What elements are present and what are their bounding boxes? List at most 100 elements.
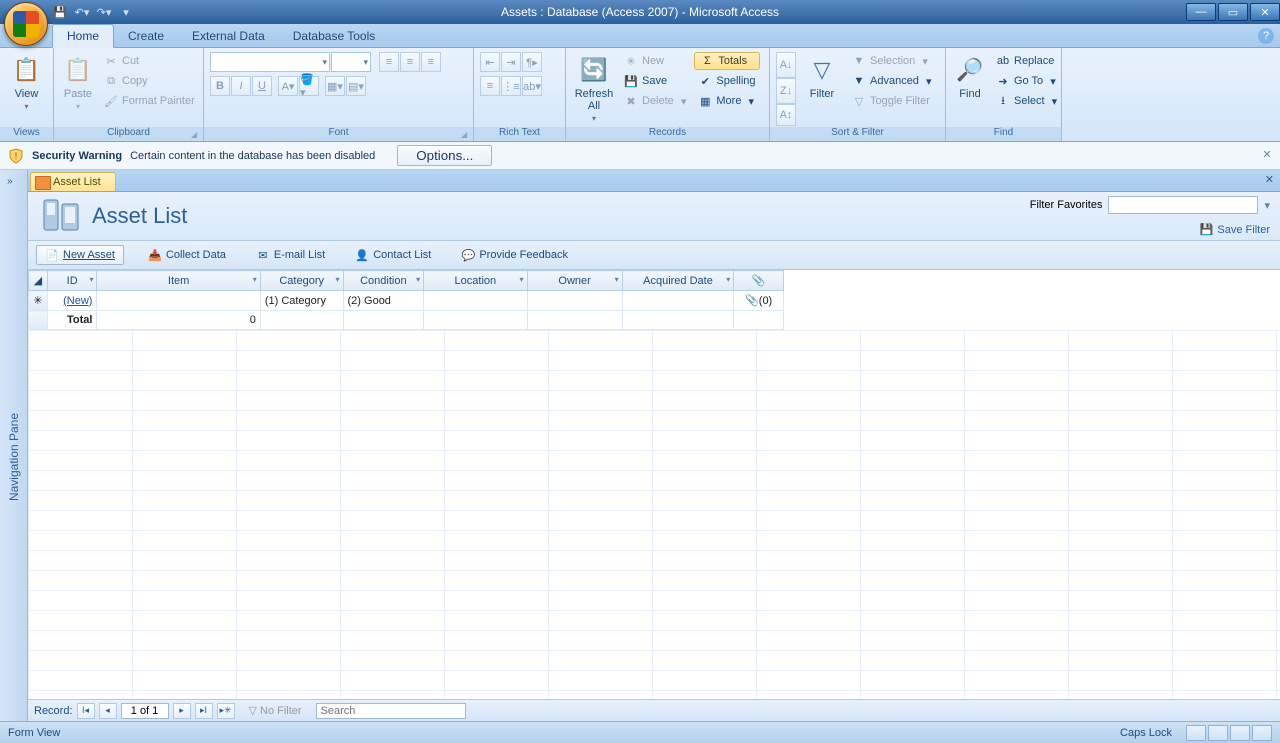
goto-button[interactable]: ➜Go To ▾: [992, 72, 1061, 90]
italic-button[interactable]: I: [231, 76, 251, 96]
minimize-button[interactable]: —: [1186, 3, 1216, 21]
col-owner[interactable]: Owner▾: [527, 271, 622, 291]
new-record-row[interactable]: ✳ (New) (1) Category (2) Good 📎(0): [29, 291, 784, 311]
chevron-down-icon[interactable]: ▾: [615, 275, 619, 284]
ltr-button[interactable]: ¶▸: [522, 52, 542, 72]
col-id[interactable]: ID▾: [47, 271, 97, 291]
record-position-input[interactable]: [121, 703, 169, 719]
cell-id[interactable]: (New): [47, 291, 97, 311]
datasheet-grid[interactable]: ◢ ID▾ Item▾ Category▾ Condition▾ Locatio…: [28, 270, 1280, 699]
select-button[interactable]: ⭳Select ▾: [992, 92, 1061, 110]
new-record-nav-button[interactable]: ▸✳: [217, 703, 235, 719]
format-painter-button[interactable]: 🖌Format Painter: [100, 92, 199, 110]
toggle-filter-button[interactable]: ▽Toggle Filter: [848, 92, 936, 110]
qat-dropdown-icon[interactable]: ▾: [118, 4, 134, 20]
email-list-button[interactable]: ✉E-mail List: [250, 245, 331, 265]
last-record-button[interactable]: ▸I: [195, 703, 213, 719]
more-button[interactable]: ▦More ▾: [694, 92, 759, 110]
align-right-button[interactable]: ≡: [421, 52, 441, 72]
cell-item[interactable]: [97, 291, 260, 311]
filter-favorites-input[interactable]: [1108, 196, 1258, 214]
security-close-button[interactable]: ✕: [1260, 147, 1274, 161]
security-options-button[interactable]: Options...: [397, 145, 492, 166]
totals-button[interactable]: ΣTotals: [694, 52, 759, 70]
chevron-down-icon[interactable]: ▾: [520, 275, 524, 284]
save-icon[interactable]: 💾: [52, 4, 68, 20]
office-button[interactable]: [4, 2, 48, 46]
save-record-button[interactable]: 💾Save: [620, 72, 690, 90]
layout-view-button[interactable]: [1230, 725, 1250, 741]
cell-owner[interactable]: [527, 291, 622, 311]
col-condition[interactable]: Condition▾: [343, 271, 424, 291]
close-button[interactable]: ✕: [1250, 3, 1280, 21]
search-input[interactable]: [316, 703, 466, 719]
tab-external-data[interactable]: External Data: [178, 25, 279, 47]
chevron-down-icon[interactable]: ▾: [89, 275, 93, 284]
cell-acquired-date[interactable]: [622, 291, 734, 311]
cell-attachments[interactable]: 📎(0): [734, 291, 784, 311]
chevron-down-icon[interactable]: ▾: [416, 275, 420, 284]
delete-record-button[interactable]: ✖Delete ▾: [620, 92, 690, 110]
doc-tab-close-button[interactable]: ✕: [1265, 173, 1274, 186]
filter-button[interactable]: ▽ Filter: [800, 52, 844, 102]
view-button[interactable]: 📋 View ▾: [6, 52, 47, 113]
underline-button[interactable]: U: [252, 76, 272, 96]
select-all-corner[interactable]: ◢: [29, 271, 48, 291]
cut-button[interactable]: ✂Cut: [100, 52, 199, 70]
next-record-button[interactable]: ▸: [173, 703, 191, 719]
numbering-button[interactable]: ≡: [480, 76, 500, 96]
tab-home[interactable]: Home: [52, 24, 114, 48]
dec-indent-button[interactable]: ⇤: [480, 52, 500, 72]
col-acquired-date[interactable]: Acquired Date▾: [622, 271, 734, 291]
refresh-all-button[interactable]: 🔄 Refresh All ▾: [572, 52, 616, 125]
collect-data-button[interactable]: 📥Collect Data: [142, 245, 232, 265]
copy-button[interactable]: ⧉Copy: [100, 72, 199, 90]
col-category[interactable]: Category▾: [260, 271, 343, 291]
align-left-button[interactable]: ≡: [379, 52, 399, 72]
cell-category[interactable]: (1) Category: [260, 291, 343, 311]
paste-button[interactable]: 📋 Paste ▾: [60, 52, 96, 113]
design-view-button[interactable]: [1252, 725, 1272, 741]
save-filter-link[interactable]: 💾Save Filter: [1200, 223, 1270, 236]
font-name-dropdown[interactable]: [210, 52, 330, 72]
help-icon[interactable]: ?: [1258, 28, 1274, 44]
maximize-button[interactable]: ▭: [1218, 3, 1248, 21]
col-location[interactable]: Location▾: [424, 271, 527, 291]
datasheet-view-button[interactable]: [1208, 725, 1228, 741]
chevron-down-icon[interactable]: ▾: [253, 275, 257, 284]
tab-create[interactable]: Create: [114, 25, 178, 47]
row-selector[interactable]: [29, 311, 48, 330]
spelling-button[interactable]: ✔Spelling: [694, 72, 759, 90]
col-item[interactable]: Item▾: [97, 271, 260, 291]
find-button[interactable]: 🔎 Find: [952, 52, 988, 102]
font-color-button[interactable]: A▾: [278, 76, 298, 96]
clear-sort-button[interactable]: A↕: [776, 104, 796, 126]
fill-color-button[interactable]: 🪣▾: [299, 76, 319, 96]
col-attachments[interactable]: 📎: [734, 271, 784, 291]
provide-feedback-button[interactable]: 💬Provide Feedback: [455, 245, 574, 265]
advanced-button[interactable]: ▼Advanced ▾: [848, 72, 936, 90]
gridlines-button[interactable]: ▦▾: [325, 76, 345, 96]
new-record-button[interactable]: ✳New: [620, 52, 690, 70]
sort-asc-button[interactable]: A↓: [776, 52, 796, 78]
navigation-pane-collapsed[interactable]: » Navigation Pane: [0, 170, 28, 721]
align-center-button[interactable]: ≡: [400, 52, 420, 72]
replace-button[interactable]: abReplace: [992, 52, 1061, 70]
alt-row-button[interactable]: ▤▾: [346, 76, 366, 96]
cell-condition[interactable]: (2) Good: [343, 291, 424, 311]
new-asset-button[interactable]: 📄New Asset: [36, 245, 124, 265]
prev-record-button[interactable]: ◂: [99, 703, 117, 719]
undo-icon[interactable]: ↶▾: [74, 4, 90, 20]
bullets-button[interactable]: ⋮≡: [501, 76, 521, 96]
bold-button[interactable]: B: [210, 76, 230, 96]
row-selector[interactable]: ✳: [29, 291, 48, 311]
redo-icon[interactable]: ↷▾: [96, 4, 112, 20]
doc-tab-asset-list[interactable]: Asset List: [30, 172, 116, 191]
inc-indent-button[interactable]: ⇥: [501, 52, 521, 72]
contact-list-button[interactable]: 👤Contact List: [349, 245, 437, 265]
selection-button[interactable]: ▼Selection ▾: [848, 52, 936, 70]
sort-desc-button[interactable]: Z↓: [776, 78, 796, 104]
form-view-button[interactable]: [1186, 725, 1206, 741]
filter-dropdown-icon[interactable]: ▾: [1264, 199, 1270, 212]
highlight-button[interactable]: ab▾: [522, 76, 542, 96]
